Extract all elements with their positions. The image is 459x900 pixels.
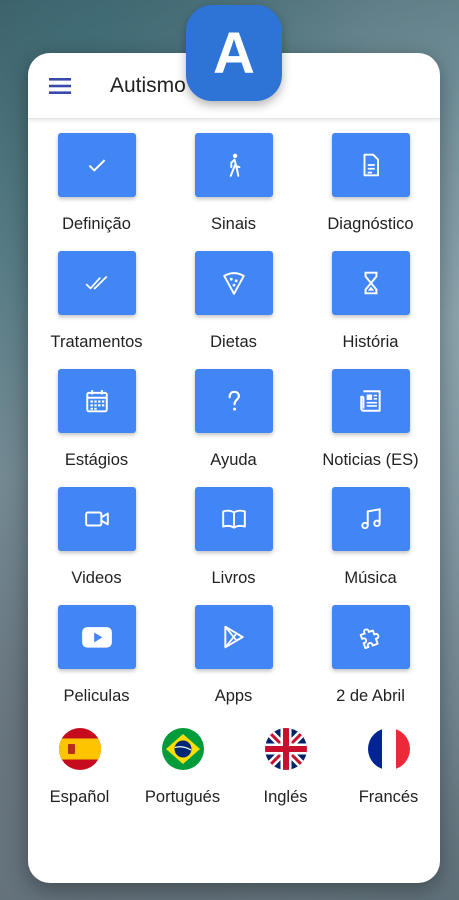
tile-apps[interactable]: Apps bbox=[165, 605, 302, 723]
language-ingles[interactable]: Inglés bbox=[234, 728, 337, 807]
tile-label: Noticias (ES) bbox=[322, 451, 419, 469]
newspaper-icon bbox=[359, 390, 381, 412]
pizza-icon bbox=[222, 272, 245, 295]
menu-button[interactable] bbox=[28, 53, 92, 119]
tile-2-de-abril[interactable]: 2 de Abril bbox=[302, 605, 439, 723]
tile-definicao[interactable]: Definição bbox=[28, 133, 165, 251]
tile-label: Apps bbox=[214, 687, 253, 705]
grid-row: Estágios Ayuda Noticias (ES) bbox=[28, 369, 440, 487]
music-note-icon bbox=[360, 508, 381, 530]
tile-label: Estágios bbox=[64, 451, 129, 469]
tile-sinais[interactable]: Sinais bbox=[165, 133, 302, 251]
tile-livros[interactable]: Livros bbox=[165, 487, 302, 605]
tile-videos[interactable]: Videos bbox=[28, 487, 165, 605]
tile-peliculas[interactable]: Peliculas bbox=[28, 605, 165, 723]
tile-label: Peliculas bbox=[63, 687, 130, 705]
app-logo-letter: A bbox=[213, 20, 255, 86]
app-logo-badge: A bbox=[186, 5, 282, 101]
youtube-icon bbox=[81, 627, 112, 648]
uk-flag-icon bbox=[264, 728, 307, 770]
tile-musica[interactable]: Música bbox=[302, 487, 439, 605]
tile-label: 2 de Abril bbox=[336, 687, 405, 705]
tile-label: Tratamentos bbox=[50, 333, 143, 351]
calendar-icon bbox=[85, 390, 108, 413]
check-icon bbox=[88, 159, 105, 172]
tile-label: Definição bbox=[62, 215, 131, 233]
tile-label: Música bbox=[344, 569, 397, 587]
grid-row: Videos Livros Música bbox=[28, 487, 440, 605]
tile-label: Livros bbox=[211, 569, 256, 587]
grid-row: Tratamentos Dietas História bbox=[28, 251, 440, 369]
grid-row: Definição Sinais Diagnóstico bbox=[28, 133, 440, 251]
app-window: Autismo Definição Sinais Diagnóstico Tra… bbox=[28, 53, 440, 883]
tile-historia[interactable]: História bbox=[302, 251, 439, 369]
tile-label: Sinais bbox=[211, 215, 256, 233]
tile-diagnostico[interactable]: Diagnóstico bbox=[302, 133, 439, 251]
tile-label: Ayuda bbox=[210, 451, 257, 469]
document-icon bbox=[363, 153, 379, 177]
tile-noticias[interactable]: Noticias (ES) bbox=[302, 369, 439, 487]
spain-flag-icon bbox=[58, 728, 101, 770]
tile-ayuda[interactable]: Ayuda bbox=[165, 369, 302, 487]
question-icon bbox=[228, 390, 240, 411]
france-flag-icon bbox=[367, 728, 410, 770]
play-store-icon bbox=[223, 625, 244, 649]
language-label: Francés bbox=[358, 788, 419, 806]
book-icon bbox=[221, 509, 246, 529]
language-selector: Español Portugués Inglés Francés bbox=[28, 728, 440, 807]
hourglass-icon bbox=[364, 271, 377, 295]
language-label: Inglés bbox=[263, 788, 308, 806]
brazil-flag-icon bbox=[161, 728, 204, 770]
double-check-icon bbox=[85, 275, 107, 290]
language-espanol[interactable]: Español bbox=[28, 728, 131, 807]
language-portugues[interactable]: Portugués bbox=[131, 728, 234, 807]
tile-tratamentos[interactable]: Tratamentos bbox=[28, 251, 165, 369]
tile-dietas[interactable]: Dietas bbox=[165, 251, 302, 369]
tile-label: Videos bbox=[71, 569, 122, 587]
tile-label: Diagnóstico bbox=[327, 215, 414, 233]
puzzle-icon bbox=[359, 628, 379, 650]
hamburger-menu-icon bbox=[49, 77, 71, 94]
walking-person-icon bbox=[229, 153, 240, 177]
language-frances[interactable]: Francés bbox=[337, 728, 440, 807]
tile-label: História bbox=[342, 333, 399, 351]
video-camera-icon bbox=[84, 511, 109, 527]
tile-estagios[interactable]: Estágios bbox=[28, 369, 165, 487]
language-label: Español bbox=[49, 788, 110, 806]
language-label: Portugués bbox=[144, 788, 221, 806]
app-title: Autismo bbox=[110, 73, 186, 97]
grid-row: Peliculas Apps 2 de Abril bbox=[28, 605, 440, 723]
tile-label: Dietas bbox=[210, 333, 257, 351]
topic-grid: Definição Sinais Diagnóstico Tratamentos… bbox=[28, 133, 440, 723]
